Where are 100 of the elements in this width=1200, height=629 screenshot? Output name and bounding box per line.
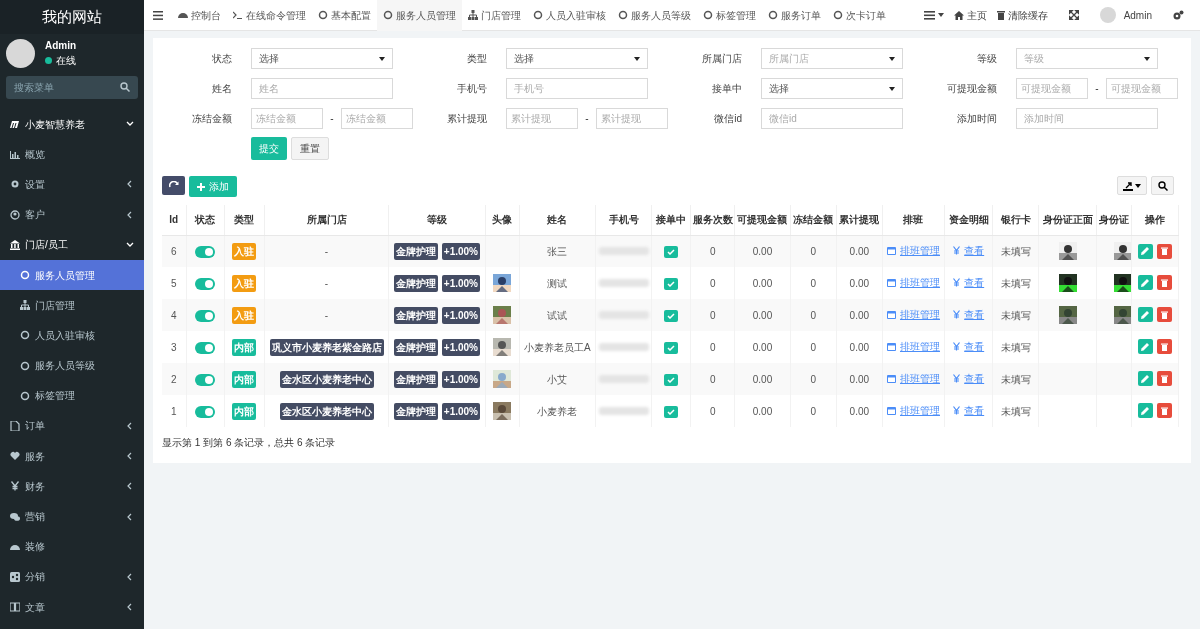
- input-field[interactable]: 累计提现: [596, 108, 668, 129]
- export-button[interactable]: [1117, 176, 1147, 195]
- settings-icon: [10, 179, 20, 190]
- sidebar-subitem[interactable]: 服务人员等级: [0, 350, 144, 381]
- user-circle-icon: [10, 209, 20, 220]
- sidebar-item[interactable]: 财务: [0, 471, 144, 502]
- edit-button[interactable]: [1137, 339, 1153, 355]
- check-icon: [667, 248, 676, 255]
- edit-button[interactable]: [1137, 307, 1153, 323]
- tab[interactable]: 控制台: [172, 0, 227, 31]
- search-field[interactable]: 搜索菜单: [6, 76, 138, 99]
- status-toggle[interactable]: [195, 277, 216, 290]
- field-label: 可提现金额: [946, 82, 998, 96]
- status-toggle[interactable]: [195, 341, 216, 354]
- delete-button[interactable]: [1156, 243, 1172, 259]
- input-field[interactable]: 微信id: [761, 108, 903, 129]
- accepting-checkbox[interactable]: [664, 309, 679, 322]
- input-field[interactable]: 可提现金额: [1106, 78, 1178, 99]
- status-toggle[interactable]: [195, 246, 216, 259]
- tab[interactable]: 服务人员等级: [612, 0, 697, 31]
- rate-tag: +1.00%: [441, 242, 480, 260]
- circle-icon: [833, 10, 843, 20]
- accepting-checkbox[interactable]: [664, 405, 679, 418]
- tab[interactable]: 人员入驻审核: [527, 0, 612, 31]
- sidebar-item[interactable]: 装修: [0, 531, 144, 562]
- search-button[interactable]: [1151, 176, 1174, 195]
- table-cell: 6: [171, 245, 177, 257]
- accepting-checkbox[interactable]: [664, 277, 679, 290]
- trash-icon: [1160, 247, 1168, 255]
- sidebar-item[interactable]: 营销: [0, 501, 144, 532]
- tab[interactable]: 服务订单: [762, 0, 827, 31]
- sitemap-icon: [20, 300, 30, 311]
- sidebar-item[interactable]: 设置: [0, 169, 144, 200]
- field-label: 所属门店: [701, 52, 743, 66]
- tab[interactable]: 在线命令管理: [227, 0, 312, 31]
- input-field[interactable]: 累计提现: [506, 108, 578, 129]
- pencil-icon: [1141, 406, 1150, 415]
- schedule-link[interactable]: 排班管理: [887, 339, 940, 354]
- delete-button[interactable]: [1156, 307, 1172, 323]
- schedule-link[interactable]: 排班管理: [887, 275, 940, 290]
- table-cell: 2: [171, 373, 177, 385]
- sitemap-icon: [468, 10, 478, 20]
- yen-icon: [953, 278, 961, 287]
- input-field[interactable]: 添加时间: [1016, 108, 1158, 129]
- tab[interactable]: 门店管理: [462, 0, 527, 31]
- delete-button[interactable]: [1156, 275, 1172, 291]
- sidebar-item[interactable]: 概览: [0, 139, 144, 170]
- edit-button[interactable]: [1137, 275, 1153, 291]
- menu-icon: [153, 10, 163, 20]
- reset-button[interactable]: 重置: [291, 137, 329, 160]
- tab[interactable]: 次卡订单: [827, 0, 892, 31]
- sidebar-item[interactable]: 客户: [0, 199, 144, 230]
- field-label: 状态: [211, 52, 233, 66]
- tab[interactable]: 服务人员管理: [377, 0, 462, 31]
- sidebar-item[interactable]: 门店/员工: [0, 229, 144, 260]
- table-cell: 0: [710, 309, 716, 321]
- dash-separator: -: [329, 112, 335, 126]
- delete-button[interactable]: [1156, 339, 1172, 355]
- type-tag: 内部: [232, 338, 257, 356]
- document-icon: [10, 420, 20, 431]
- edit-button[interactable]: [1137, 243, 1153, 259]
- accepting-checkbox[interactable]: [664, 245, 679, 258]
- edit-button[interactable]: [1137, 403, 1153, 419]
- sidebar-item[interactable]: 小麦智慧养老: [0, 109, 144, 140]
- user-menu[interactable]: Admin: [1094, 7, 1157, 23]
- input-field[interactable]: 可提现金额: [1016, 78, 1088, 99]
- check-icon: [667, 312, 676, 319]
- sidebar-subitem[interactable]: 门店管理: [0, 290, 144, 321]
- sidebar-subitem[interactable]: 人员入驻审核: [0, 320, 144, 351]
- sidebar-item[interactable]: 分销: [0, 561, 144, 592]
- input-field[interactable]: 冻结金额: [251, 108, 323, 129]
- status-toggle[interactable]: [195, 309, 216, 322]
- accepting-checkbox[interactable]: [664, 341, 679, 354]
- status-toggle[interactable]: [195, 405, 216, 418]
- sidebar-item[interactable]: 文章: [0, 592, 144, 623]
- edit-button[interactable]: [1137, 371, 1153, 387]
- select-field[interactable]: 选择: [761, 78, 903, 99]
- tab[interactable]: 基本配置: [312, 0, 377, 31]
- terminal-icon: [233, 10, 243, 20]
- select-field[interactable]: 选择: [506, 48, 648, 69]
- sidebar-item[interactable]: 服务: [0, 441, 144, 472]
- home-link[interactable]: 主页: [948, 7, 992, 23]
- table-cell: 0.00: [752, 309, 773, 321]
- select-field[interactable]: 选择: [251, 48, 393, 69]
- input-field[interactable]: 姓名: [251, 78, 393, 99]
- refresh-button[interactable]: [162, 176, 185, 195]
- sidebar-subitem[interactable]: 标签管理: [0, 380, 144, 411]
- sidebar-subitem[interactable]: 服务人员管理: [0, 259, 144, 291]
- tab[interactable]: 标签管理: [697, 0, 762, 31]
- field-label: 手机号: [456, 82, 488, 96]
- field-label: 冻结金额: [191, 112, 233, 126]
- schedule-link[interactable]: 排班管理: [887, 403, 940, 418]
- input-field[interactable]: 手机号: [506, 78, 648, 99]
- status-toggle[interactable]: [195, 373, 216, 386]
- clear-cache-link[interactable]: 清除缓存: [991, 7, 1053, 23]
- input-field[interactable]: 冻结金额: [341, 108, 413, 129]
- accepting-checkbox[interactable]: [664, 373, 679, 386]
- delete-button[interactable]: [1156, 371, 1172, 387]
- delete-button[interactable]: [1156, 403, 1172, 419]
- sidebar-item[interactable]: 订单: [0, 410, 144, 442]
